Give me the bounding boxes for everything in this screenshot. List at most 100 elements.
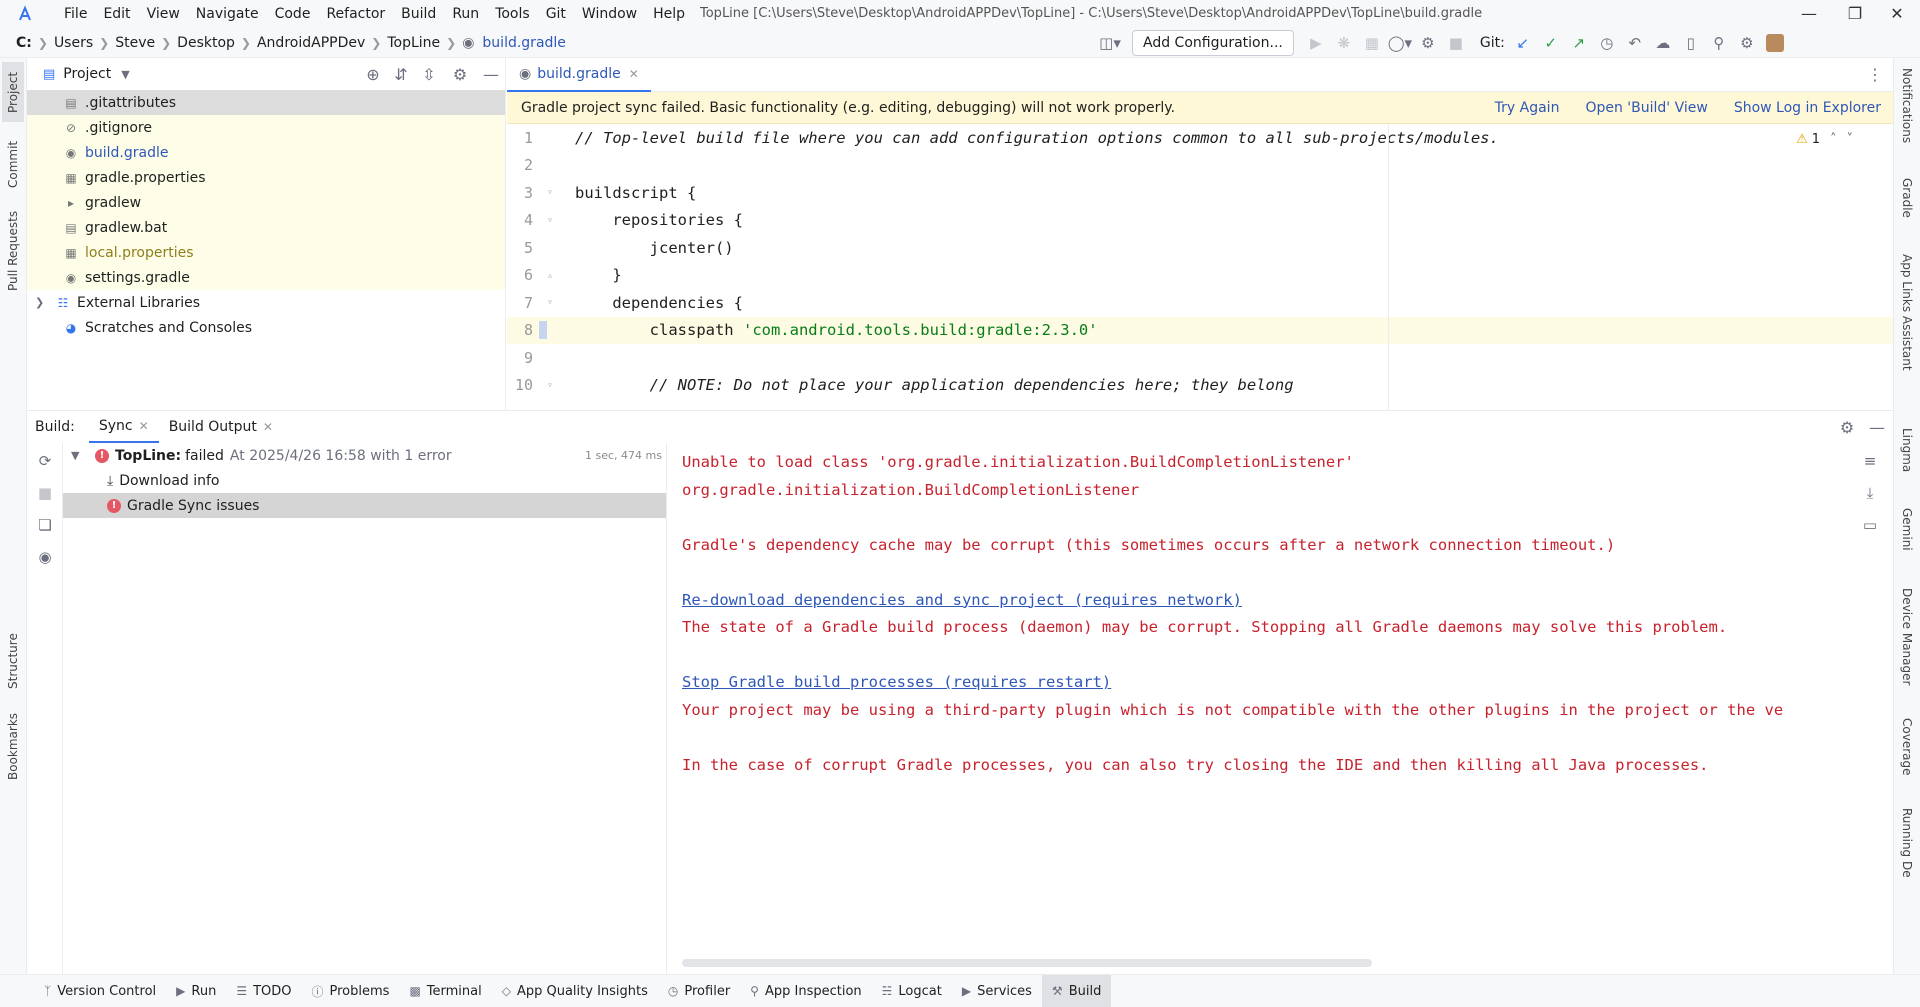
- trash-icon[interactable]: ▭: [1856, 511, 1884, 539]
- tool-tab-running-devices[interactable]: Running De: [1896, 808, 1918, 908]
- eye-icon[interactable]: ◉: [31, 543, 59, 571]
- redownload-dependencies-link[interactable]: Re-download dependencies and sync projec…: [668, 587, 1848, 615]
- device-manager-icon[interactable]: ▯: [1677, 29, 1705, 57]
- build-console[interactable]: Unable to load class 'org.gradle.initial…: [668, 443, 1848, 975]
- menu-view[interactable]: View: [139, 0, 188, 28]
- add-configuration-button[interactable]: Add Configuration...: [1132, 30, 1294, 56]
- pin-icon[interactable]: ❏: [31, 511, 59, 539]
- tool-tab-pull-requests[interactable]: Pull Requests: [2, 206, 24, 296]
- tool-tab-gemini[interactable]: Gemini: [1896, 508, 1918, 568]
- tool-tab-coverage[interactable]: Coverage: [1896, 718, 1918, 788]
- settings-gear-icon[interactable]: ⚙: [1733, 29, 1761, 57]
- tool-tab-device-manager[interactable]: Device Manager: [1896, 588, 1918, 698]
- more-options-icon[interactable]: ⋮: [1867, 65, 1883, 84]
- tab-sync[interactable]: Sync ✕: [88, 411, 159, 443]
- run-icon[interactable]: ▶: [1302, 29, 1330, 57]
- stop-icon[interactable]: ■: [31, 479, 59, 507]
- menu-help[interactable]: Help: [645, 0, 693, 28]
- locate-file-icon[interactable]: ⊕: [359, 65, 387, 84]
- tree-item-scratches[interactable]: ◕ Scratches and Consoles: [27, 315, 505, 340]
- profile-icon[interactable]: ◯▾: [1386, 29, 1414, 57]
- hide-panel-icon[interactable]: —: [1861, 418, 1893, 437]
- tool-tab-bookmarks[interactable]: Bookmarks: [2, 708, 24, 784]
- build-tree-sync-issues[interactable]: ! Gradle Sync issues: [63, 493, 666, 518]
- tree-item-gradlew[interactable]: ▸ gradlew: [27, 190, 505, 215]
- menu-run[interactable]: Run: [444, 0, 487, 28]
- menu-refactor[interactable]: Refactor: [318, 0, 393, 28]
- debug-icon[interactable]: ❋: [1330, 29, 1358, 57]
- avatar[interactable]: [1761, 29, 1789, 57]
- tool-tab-lingma[interactable]: Lingma: [1896, 428, 1918, 488]
- tool-profiler[interactable]: ◷ Profiler: [658, 975, 740, 1007]
- tree-item-build-gradle[interactable]: ◉ build.gradle: [27, 140, 505, 165]
- tool-version-control[interactable]: ᛉ Version Control: [34, 975, 166, 1007]
- try-again-link[interactable]: Try Again: [1495, 100, 1560, 116]
- expand-all-icon[interactable]: ⇵: [387, 65, 415, 84]
- tool-services[interactable]: ▶ Services: [952, 975, 1042, 1007]
- code-editor[interactable]: ⚠ 1 ˄ ˅ 1 // Top-level build file where y…: [507, 124, 1893, 410]
- sync-gradle-icon[interactable]: ☁: [1649, 29, 1677, 57]
- tool-tab-structure[interactable]: Structure: [2, 628, 24, 694]
- tab-build-output[interactable]: Build Output ✕: [159, 411, 283, 443]
- options-gear-icon[interactable]: ⚙: [1833, 418, 1861, 437]
- restore-icon[interactable]: ❐: [1832, 0, 1878, 28]
- rerun-sync-icon[interactable]: ⟳: [31, 447, 59, 475]
- menu-navigate[interactable]: Navigate: [188, 0, 267, 28]
- tool-todo[interactable]: ☰ TODO: [226, 975, 301, 1007]
- fold-icon[interactable]: ▿: [547, 380, 575, 391]
- menu-window[interactable]: Window: [574, 0, 645, 28]
- hide-panel-icon[interactable]: —: [477, 65, 505, 84]
- apply-changes-icon[interactable]: ▦: [1358, 29, 1386, 57]
- device-selector-icon[interactable]: ◫▾: [1096, 29, 1124, 57]
- stop-icon[interactable]: ■: [1442, 29, 1470, 57]
- project-panel-title[interactable]: Project: [63, 66, 111, 82]
- breadcrumb-drive[interactable]: C:: [12, 35, 36, 51]
- options-gear-icon[interactable]: ⚙: [443, 65, 477, 84]
- tool-terminal[interactable]: ▩ Terminal: [399, 975, 491, 1007]
- menu-edit[interactable]: Edit: [95, 0, 138, 28]
- scroll-to-end-icon[interactable]: ⤓: [1856, 479, 1884, 507]
- tool-tab-app-links-assistant[interactable]: App Links Assistant: [1896, 254, 1918, 404]
- fold-icon[interactable]: ▿: [547, 187, 575, 198]
- git-push-icon[interactable]: ↗: [1565, 29, 1593, 57]
- rollback-icon[interactable]: ↶: [1621, 29, 1649, 57]
- inspection-widget[interactable]: ⚠ 1 ˄ ˅: [1796, 132, 1853, 147]
- tool-tab-project[interactable]: Project: [2, 62, 24, 122]
- tool-app-quality-insights[interactable]: ◇ App Quality Insights: [492, 975, 658, 1007]
- close-tab-icon[interactable]: ✕: [629, 67, 639, 81]
- editor-tab-build-gradle[interactable]: ◉ build.gradle ✕: [507, 58, 651, 92]
- close-icon[interactable]: ✕: [1874, 0, 1920, 28]
- show-log-link[interactable]: Show Log in Explorer: [1734, 100, 1881, 116]
- tree-item-gitattributes[interactable]: ▤ .gitattributes: [27, 90, 505, 115]
- build-tree-root[interactable]: ▼ ! TopLine: failed At 2025/4/26 16:58 w…: [63, 443, 666, 468]
- open-build-view-link[interactable]: Open 'Build' View: [1585, 100, 1707, 116]
- git-commit-icon[interactable]: ✓: [1537, 29, 1565, 57]
- close-tab-icon[interactable]: ✕: [139, 419, 149, 433]
- chevron-right-icon[interactable]: ❯: [35, 296, 55, 309]
- tool-problems[interactable]: ⓘ Problems: [302, 975, 400, 1007]
- breadcrumb-androidappdev[interactable]: AndroidAPPDev: [253, 35, 369, 51]
- tree-item-gradlew-bat[interactable]: ▤ gradlew.bat: [27, 215, 505, 240]
- previous-highlight-icon[interactable]: ˄: [1830, 132, 1837, 147]
- attach-debugger-icon[interactable]: ⚙: [1414, 29, 1442, 57]
- close-tab-icon[interactable]: ✕: [263, 420, 273, 434]
- collapse-all-icon[interactable]: ⇳: [415, 65, 443, 84]
- search-icon[interactable]: ⚲: [1705, 29, 1733, 57]
- breadcrumb-steve[interactable]: Steve: [111, 35, 159, 51]
- tool-logcat[interactable]: ☵ Logcat: [872, 975, 952, 1007]
- chevron-down-icon[interactable]: ▼: [121, 68, 129, 81]
- tree-item-local-properties[interactable]: ▦ local.properties: [27, 240, 505, 265]
- menu-tools[interactable]: Tools: [487, 0, 538, 28]
- tool-tab-notifications[interactable]: Notifications: [1896, 68, 1918, 168]
- chevron-down-icon[interactable]: ▼: [71, 449, 95, 462]
- tree-item-gradle-properties[interactable]: ▦ gradle.properties: [27, 165, 505, 190]
- build-tree-download-info[interactable]: ⤓ Download info: [63, 468, 666, 493]
- tool-tab-commit[interactable]: Commit: [2, 134, 24, 194]
- soft-wrap-icon[interactable]: ≡: [1856, 447, 1884, 475]
- menu-code[interactable]: Code: [267, 0, 319, 28]
- breadcrumb-users[interactable]: Users: [50, 35, 97, 51]
- history-icon[interactable]: ◷: [1593, 29, 1621, 57]
- tree-item-settings-gradle[interactable]: ◉ settings.gradle: [27, 265, 505, 290]
- tree-item-external-libraries[interactable]: ❯ ☷ External Libraries: [27, 290, 505, 315]
- menu-build[interactable]: Build: [393, 0, 444, 28]
